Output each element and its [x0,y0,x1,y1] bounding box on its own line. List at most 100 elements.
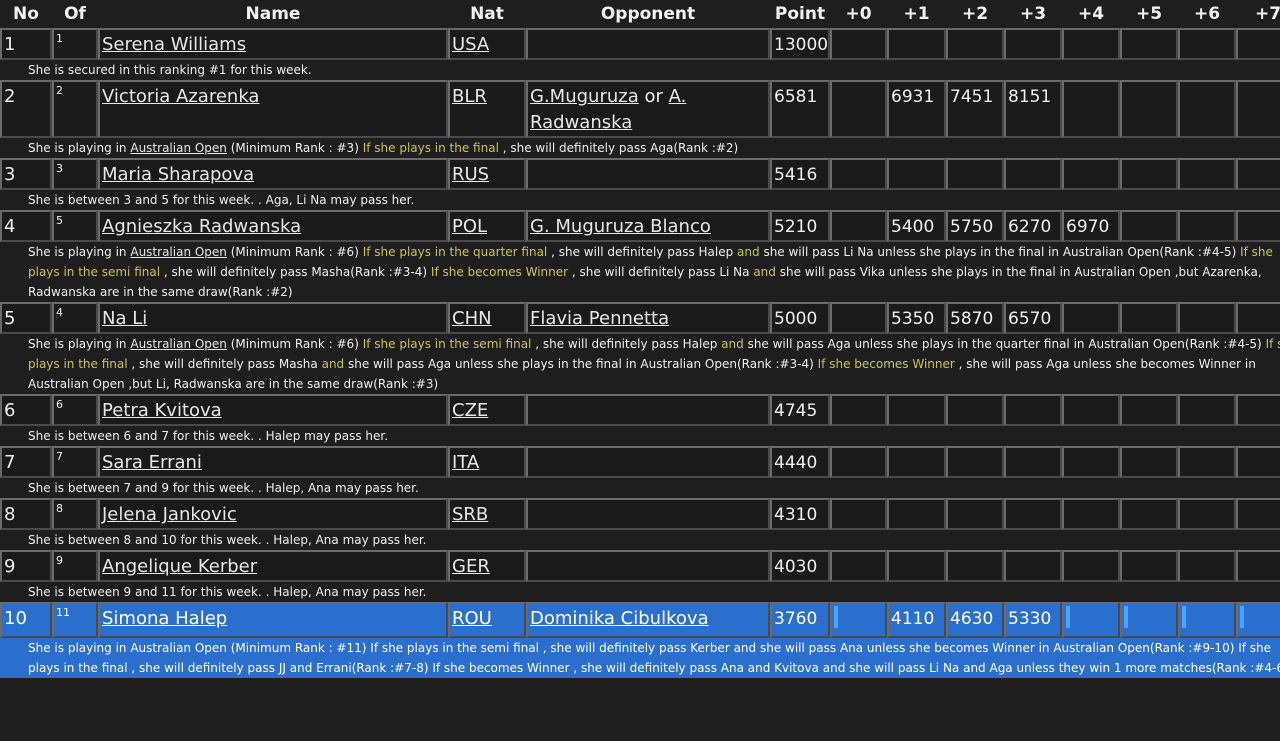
column-header[interactable]: Point [770,0,830,28]
column-header[interactable]: No [0,0,52,28]
projected-points: 6570 [1004,302,1062,334]
projected-points: 8151 [1004,80,1062,138]
player-name-cell[interactable]: Angelique Kerber [98,550,448,582]
nationality-link[interactable]: USA [452,34,489,55]
nationality-link[interactable]: SRB [452,504,488,525]
player-name-link[interactable]: Na Li [102,308,147,329]
player-name-cell[interactable]: Petra Kvitova [98,394,448,426]
nationality-link[interactable]: ITA [452,452,479,473]
opponent-cell[interactable] [526,158,770,190]
opponent-link[interactable]: G. Muguruza Blanco [530,216,711,237]
note-text: She is playing in [28,245,131,259]
player-name-link[interactable]: Serena Williams [102,34,246,55]
nationality-link[interactable]: GER [452,556,490,577]
projected-points [1062,394,1120,426]
opponent-cell[interactable] [526,28,770,60]
player-name-link[interactable]: Simona Halep [102,608,227,629]
official-rank: 7 [52,446,98,478]
selection-caret [1066,606,1070,628]
nationality-cell[interactable]: ROU [448,602,526,638]
nationality-cell[interactable]: CZE [448,394,526,426]
projected-points: 5750 [946,210,1004,242]
projected-points [1120,446,1178,478]
tournament-link[interactable]: Australian Open [130,337,227,351]
column-header[interactable]: Of [52,0,98,28]
nationality-link[interactable]: POL [452,216,487,237]
nationality-link[interactable]: RUS [452,164,489,185]
scenario-note-row: She is between 3 and 5 for this week. . … [0,190,1280,210]
opponent-cell[interactable] [526,498,770,530]
projected-points [1062,158,1120,190]
player-name-cell[interactable]: Victoria Azarenka [98,80,448,138]
player-name-link[interactable]: Maria Sharapova [102,164,254,185]
scenario-note: She is between 7 and 9 for this week. . … [0,478,1280,498]
official-rank: 8 [52,498,98,530]
opponent-link[interactable]: Flavia Pennetta [530,308,669,329]
player-name-link[interactable]: Angelique Kerber [102,556,257,577]
player-name-cell[interactable]: Na Li [98,302,448,334]
nationality-cell[interactable]: ITA [448,446,526,478]
projected-points [1178,394,1236,426]
opponent-cell[interactable]: Dominika Cibulkova [526,602,770,638]
scenario-note-row: She is playing in Australian Open (Minim… [0,638,1280,678]
column-header[interactable]: Name [98,0,448,28]
column-header[interactable]: +5 [1120,0,1178,28]
column-header[interactable]: +1 [887,0,946,28]
column-header[interactable]: Opponent [526,0,770,28]
points-value: 4310 [770,498,830,530]
projected-points [887,550,946,582]
projected-points [1178,302,1236,334]
nationality-cell[interactable]: BLR [448,80,526,138]
player-name-link[interactable]: Sara Errani [102,452,202,473]
player-name-link[interactable]: Petra Kvitova [102,400,222,421]
nationality-link[interactable]: ROU [452,608,492,629]
tournament-link[interactable]: Australian Open [130,245,227,259]
opponent-link[interactable]: G.Muguruza [530,86,639,107]
column-header[interactable]: +0 [830,0,887,28]
tournament-link[interactable]: Australian Open [130,141,227,155]
player-row: 5 4 Na Li CHN Flavia Pennetta 5000 5350 5870 657… [0,302,1280,334]
projected-points [1178,80,1236,138]
column-header[interactable]: +2 [946,0,1004,28]
nationality-link[interactable]: BLR [452,86,487,107]
player-name-cell[interactable]: Simona Halep [98,602,448,638]
player-name-cell[interactable]: Sara Errani [98,446,448,478]
column-header[interactable]: +6 [1178,0,1236,28]
column-header[interactable]: Nat [448,0,526,28]
projected-points [1236,550,1280,582]
nationality-link[interactable]: CZE [452,400,488,421]
player-row: 6 6 Petra Kvitova CZE 4745 [0,394,1280,426]
nationality-cell[interactable]: USA [448,28,526,60]
opponent-cell[interactable]: G.Muguruza or A. Radwanska [526,80,770,138]
projected-points [1178,446,1236,478]
note-text: she will pass Li Na unless she plays in … [759,245,1241,259]
player-name-link[interactable]: Jelena Jankovic [102,504,237,525]
column-header[interactable]: +7 [1236,0,1280,28]
nationality-link[interactable]: CHN [452,308,492,329]
opponent-cell[interactable] [526,394,770,426]
scenario-note: She is playing in Australian Open (Minim… [0,638,1280,678]
column-header[interactable]: +4 [1062,0,1120,28]
nationality-cell[interactable]: GER [448,550,526,582]
projected-points [1004,394,1062,426]
note-text: She is between 3 and 5 for this week. . … [28,193,415,207]
opponent-cell[interactable]: G. Muguruza Blanco [526,210,770,242]
player-name-link[interactable]: Victoria Azarenka [102,86,259,107]
player-name-cell[interactable]: Agnieszka Radwanska [98,210,448,242]
column-header[interactable]: +3 [1004,0,1062,28]
official-rank: 9 [52,550,98,582]
player-name-cell[interactable]: Maria Sharapova [98,158,448,190]
opponent-cell[interactable]: Flavia Pennetta [526,302,770,334]
opponent-link[interactable]: Dominika Cibulkova [530,608,709,629]
opponent-cell[interactable] [526,446,770,478]
player-name-link[interactable]: Agnieszka Radwanska [102,216,301,237]
player-name-cell[interactable]: Jelena Jankovic [98,498,448,530]
projected-points: 6931 [887,80,946,138]
opponent-cell[interactable] [526,550,770,582]
nationality-cell[interactable]: RUS [448,158,526,190]
player-name-cell[interactable]: Serena Williams [98,28,448,60]
nationality-cell[interactable]: SRB [448,498,526,530]
points-value: 13000 [770,28,830,60]
nationality-cell[interactable]: POL [448,210,526,242]
nationality-cell[interactable]: CHN [448,302,526,334]
